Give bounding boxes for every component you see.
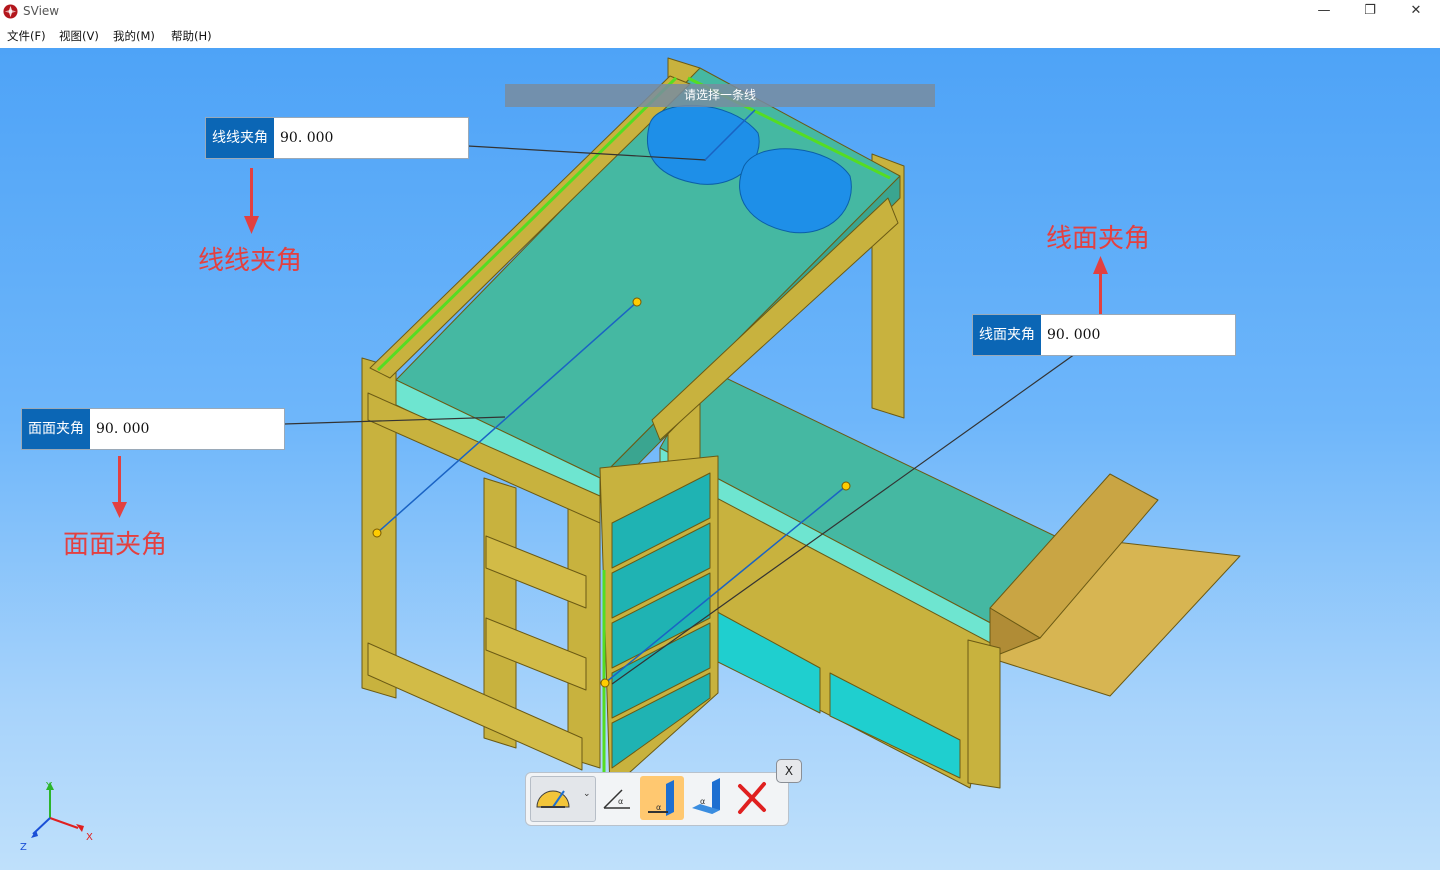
measure-point-3 <box>600 678 610 688</box>
measurement-value: 90. 000 <box>274 118 468 158</box>
delete-icon <box>738 782 766 814</box>
lower-bed-post <box>967 639 1001 789</box>
callout-face-face: 面面夹角 <box>63 530 168 560</box>
callout-line-line: 线线夹角 <box>198 246 303 276</box>
face-face-angle-button[interactable]: α <box>686 776 730 820</box>
measure-point-2 <box>632 297 642 307</box>
arrow-down-1 <box>250 168 253 220</box>
close-icon: ✕ <box>1410 3 1422 18</box>
measure-point-1 <box>372 528 382 538</box>
menu-mine[interactable]: 我的(M) <box>113 28 155 44</box>
measurement-label: 线线夹角 <box>206 118 274 158</box>
chevron-down-icon[interactable]: ⌄ <box>583 789 591 799</box>
axis-x-label: X <box>86 832 93 843</box>
arrow-up-1 <box>1099 270 1102 316</box>
measurement-value: 90. 000 <box>90 409 284 449</box>
measurement-label: 面面夹角 <box>22 409 90 449</box>
app-logo-icon <box>3 4 18 19</box>
window-title: SView <box>23 4 60 18</box>
protractor-button[interactable]: ⌄ <box>530 776 596 822</box>
minimize-icon: — <box>1317 3 1331 18</box>
bunk-bed-model[interactable]: Y X Z <box>0 48 1440 870</box>
measurement-label: 线面夹角 <box>973 315 1041 355</box>
line-line-angle-icon: α <box>603 789 630 809</box>
axis-z-label: Z <box>20 842 27 853</box>
axis-y-label: Y <box>45 781 53 792</box>
3d-viewport[interactable]: Y X Z 请选择一条线 线线夹角 90. 000 线面夹角 90. 000 面… <box>0 48 1440 870</box>
measurement-face-face[interactable]: 面面夹角 90. 000 <box>22 409 284 449</box>
measurement-line-line[interactable]: 线线夹角 90. 000 <box>206 118 468 158</box>
svg-text:α: α <box>656 803 661 812</box>
selection-hint: 请选择一条线 <box>505 84 935 107</box>
measure-toolbar: ⌄ α α α <box>525 772 789 826</box>
menu-help[interactable]: 帮助(H) <box>171 28 212 44</box>
toolbar-close-button[interactable]: X <box>776 759 802 783</box>
arrow-down-2 <box>118 456 121 508</box>
svg-text:α: α <box>618 797 623 806</box>
measurement-line-face[interactable]: 线面夹角 90. 000 <box>973 315 1235 355</box>
callout-line-face: 线面夹角 <box>1046 224 1151 254</box>
axis-triad-icon <box>31 782 84 838</box>
face-face-angle-icon: α <box>692 778 720 814</box>
measure-point-4 <box>841 481 851 491</box>
measurement-value: 90. 000 <box>1041 315 1235 355</box>
menu-view[interactable]: 视图(V) <box>59 28 99 44</box>
restore-button[interactable]: ❐ <box>1347 0 1393 22</box>
menu-file[interactable]: 文件(F) <box>7 28 46 44</box>
minimize-button[interactable]: — <box>1301 0 1347 22</box>
protractor-icon <box>536 790 570 808</box>
line-face-angle-icon: α <box>648 780 674 816</box>
delete-measurement-button[interactable] <box>730 776 774 820</box>
svg-text:α: α <box>700 797 705 806</box>
line-line-angle-button[interactable]: α <box>596 776 640 820</box>
restore-icon: ❐ <box>1364 3 1376 18</box>
close-window-button[interactable]: ✕ <box>1393 0 1439 22</box>
title-bar: SView — ❐ ✕ <box>0 0 1440 23</box>
menu-bar: 文件(F) 视图(V) 我的(M) 帮助(H) <box>0 23 1440 48</box>
line-face-angle-button[interactable]: α <box>640 776 684 820</box>
